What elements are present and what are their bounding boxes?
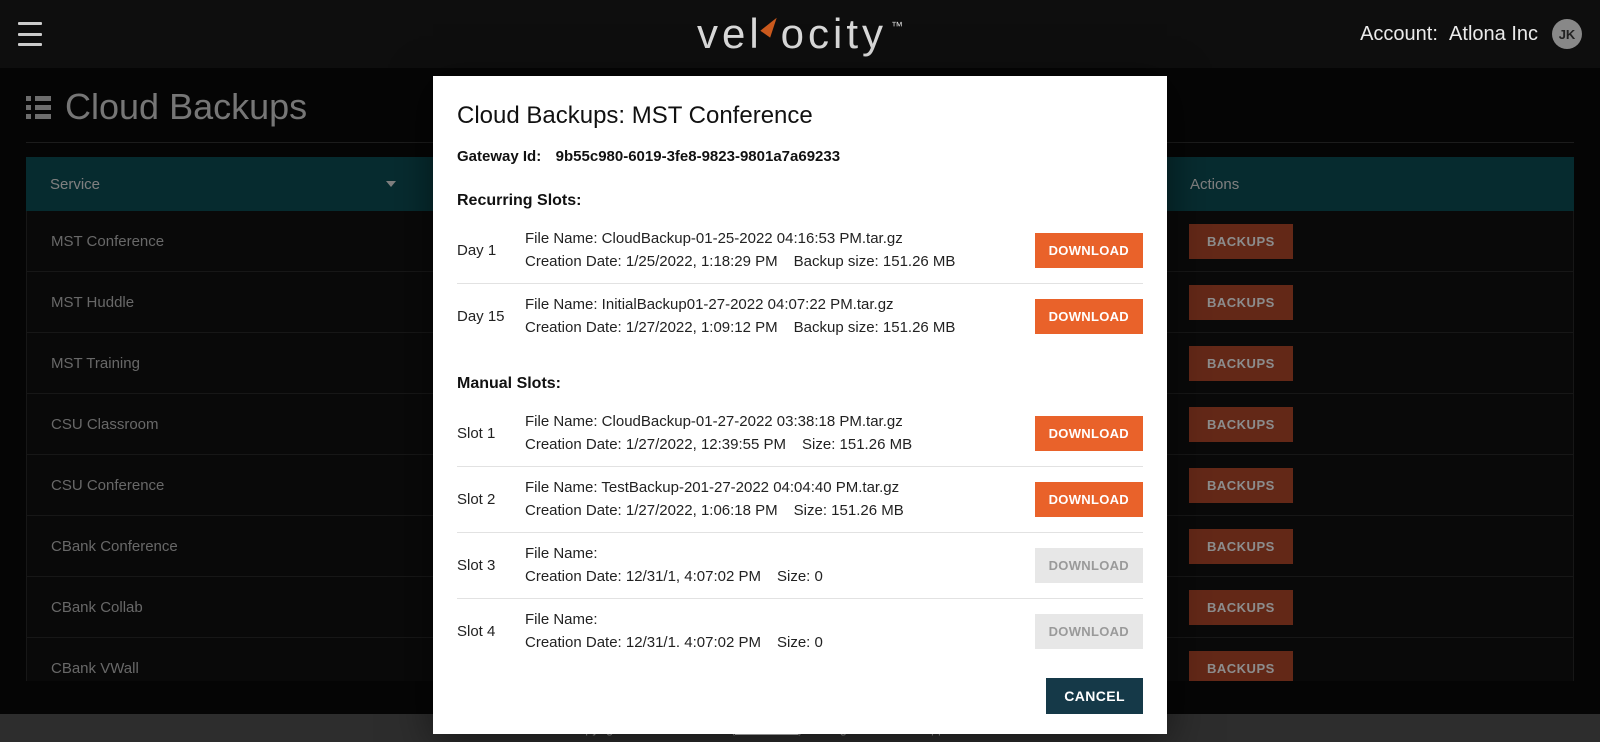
download-button: DOWNLOAD — [1035, 548, 1143, 583]
hamburger-icon[interactable] — [18, 22, 42, 46]
slot-row: Slot 4 File Name: Creation Date: 12/31/1.… — [457, 599, 1143, 664]
slot-row: Day 1 File Name: CloudBackup-01-25-2022 0… — [457, 218, 1143, 284]
slot-row: Day 15 File Name: InitialBackup01-27-2022… — [457, 284, 1143, 349]
slot-info: File Name: CloudBackup-01-27-2022 03:38:… — [525, 411, 1021, 456]
download-button[interactable]: DOWNLOAD — [1035, 233, 1143, 268]
download-button[interactable]: DOWNLOAD — [1035, 299, 1143, 334]
slot-info: File Name: InitialBackup01-27-2022 04:07… — [525, 294, 1021, 339]
slot-row: Slot 2 File Name: TestBackup-201-27-2022 … — [457, 467, 1143, 533]
slot-label: Slot 2 — [457, 491, 511, 508]
logo: vel o city ™ — [697, 10, 903, 58]
account-area: Account: Atlona Inc JK — [1360, 19, 1582, 49]
trademark-icon: ™ — [891, 19, 907, 33]
logo-text-left: vel — [697, 10, 763, 58]
gateway-row: Gateway Id: 9b55c980-6019-3fe8-9823-9801… — [457, 148, 1143, 166]
slot-label: Slot 4 — [457, 623, 511, 640]
download-button: DOWNLOAD — [1035, 614, 1143, 649]
slot-label: Slot 3 — [457, 557, 511, 574]
slot-info: File Name: CloudBackup-01-25-2022 04:16:… — [525, 228, 1021, 273]
slot-label: Day 1 — [457, 242, 511, 259]
slot-row: Slot 1 File Name: CloudBackup-01-27-2022 … — [457, 401, 1143, 467]
slot-row: Slot 3 File Name: Creation Date: 12/31/1,… — [457, 533, 1143, 599]
slot-info: File Name: Creation Date: 12/31/1. 4:07:… — [525, 609, 1021, 654]
download-button[interactable]: DOWNLOAD — [1035, 416, 1143, 451]
manual-list: Slot 1 File Name: CloudBackup-01-27-2022 … — [457, 401, 1143, 664]
slot-info: File Name: TestBackup-201-27-2022 04:04:… — [525, 477, 1021, 522]
logo-accent-icon — [765, 16, 783, 34]
backups-modal: Cloud Backups: MST Conference Gateway Id… — [433, 76, 1167, 734]
top-bar: vel o city ™ Account: Atlona Inc JK — [0, 0, 1600, 68]
slot-label: Slot 1 — [457, 425, 511, 442]
avatar[interactable]: JK — [1552, 19, 1582, 49]
recurring-list: Day 1 File Name: CloudBackup-01-25-2022 0… — [457, 218, 1143, 349]
gateway-label: Gateway Id: — [457, 148, 541, 165]
slot-info: File Name: Creation Date: 12/31/1, 4:07:… — [525, 543, 1021, 588]
modal-actions: CANCEL — [457, 678, 1143, 714]
download-button[interactable]: DOWNLOAD — [1035, 482, 1143, 517]
gateway-id: 9b55c980-6019-3fe8-9823-9801a7a69233 — [556, 148, 840, 165]
logo-text-right: city — [808, 10, 887, 58]
account-label: Account: Atlona Inc — [1360, 23, 1538, 46]
logo-text-o: o — [781, 10, 808, 58]
modal-title: Cloud Backups: MST Conference — [457, 102, 1143, 130]
manual-title: Manual Slots: — [457, 375, 1143, 393]
slot-label: Day 15 — [457, 308, 511, 325]
recurring-title: Recurring Slots: — [457, 192, 1143, 210]
cancel-button[interactable]: CANCEL — [1046, 678, 1143, 714]
